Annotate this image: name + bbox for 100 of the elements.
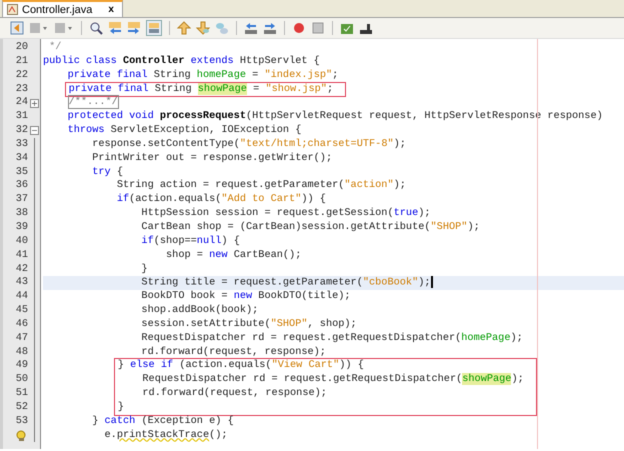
code-string: "SHOP" [430,220,468,233]
code-text: } [118,400,124,413]
code-editor[interactable] [0,39,624,449]
code-text: } [141,262,148,274]
up-arrow-icon[interactable] [177,21,191,35]
lightbulb-icon[interactable] [16,430,27,442]
code-text: String [154,82,193,95]
code-text: (shop== [154,234,197,247]
dropdown-square-icon[interactable] [54,21,74,35]
code-text: ); [394,138,406,150]
code-text: (HttpServletRequest request, HttpServletResponse response) [246,110,603,122]
code-keyword: extends [190,54,235,67]
code-text: BookDTO(title); [258,290,351,302]
dropdown-square-icon[interactable] [29,21,49,35]
line-number: 42 [16,262,28,276]
code-keyword: null [196,234,222,247]
code-text: ); [418,207,431,220]
code-keyword: private final [68,82,150,95]
close-tab-button[interactable]: x [106,4,116,15]
line-number: 47 [16,332,28,346]
code-text: , shop); [308,318,357,330]
code-field-highlight: showPage [462,373,512,386]
code-text: (Exception e) { [141,414,234,427]
tab-title: Controller.java [22,4,92,16]
line-number: 43 [16,276,28,290]
code-text: ); [418,277,431,290]
magnifier-icon[interactable] [89,21,103,35]
code-text: { [116,166,123,178]
line-number: 36 [16,179,28,194]
fold-toggle[interactable]: + [30,98,39,108]
folded-comment: /**...*/ [68,95,119,110]
back-history-icon[interactable] [10,21,24,35]
code-text: RequestDispatcher rd = request.getRequestDispatcher( [142,373,462,386]
code-keyword: protected void [68,110,155,122]
shift-right-icon[interactable] [263,21,277,35]
line-number: 46 [16,318,28,332]
code-text: )) { [301,193,326,206]
code-identifier: processRequest [160,110,246,122]
code-text: (); [209,428,228,441]
code-text: = [252,68,260,81]
editor-tab[interactable]: Controller.java x [2,0,123,17]
code-field: homePage [196,68,246,81]
code-text: RequestDispatcher rd = request.getRequestDispatcher( [141,332,462,344]
code-field: homePage [461,332,510,344]
code-text: rd.forward(request, response); [142,387,327,400]
code-keyword: else if [130,359,174,372]
line-number: 39 [16,220,28,235]
code-text: String [154,68,192,81]
code-string: "Add to Cart" [221,193,302,206]
code-text: shop.addBook(book); [141,304,258,316]
line-number: 41 [16,248,28,262]
code-text: } [118,359,125,372]
code-text: CartBean(); [234,248,302,261]
code-text: session.setAttribute( [141,318,271,330]
code-text: PrintWriter out = response.getWriter(); [92,152,332,164]
line-number: 24 [16,96,28,110]
record-icon[interactable] [292,21,306,35]
line-number: 33 [16,138,28,152]
code-text: e. [104,428,117,441]
highlight-toggle-icon[interactable] [146,20,162,36]
code-text: response.setContentType( [92,138,240,150]
line-number: 35 [16,166,28,180]
code-text: rd.forward(request, response); [141,346,326,358]
code-keyword: private final [68,68,149,81]
fold-toggle[interactable]: − [30,126,39,136]
code-keyword: public class [43,54,118,67]
code-method-warning: printStackTrace [116,428,210,441]
code-text: ); [467,220,480,233]
code-keyword: new [234,290,252,302]
code-text: BookDTO book = [141,290,229,302]
code-identifier: Controller [122,54,184,67]
line-number: 22 [16,68,28,83]
code-text: ); [510,332,523,344]
line-number: 53 [16,414,28,429]
line-number: 40 [16,234,28,249]
check-icon[interactable] [340,21,354,35]
stop-icon[interactable] [311,21,325,35]
right-arrow-icon[interactable] [127,21,141,35]
code-text: ServletException, IOException { [110,124,302,136]
line-number: 44 [16,290,28,304]
code-text: ) { [221,234,240,247]
code-text: } [92,414,100,427]
code-field-highlight: showPage [198,82,247,95]
code-keyword: if [141,234,154,247]
shift-left-icon[interactable] [244,21,258,35]
code-string: "index.jsp" [264,68,332,81]
line-number: 49 [16,359,28,374]
code-keyword: try [92,166,111,178]
code-string: "View Cart" [272,359,340,372]
bar-chart-icon[interactable] [359,21,373,35]
code-string: "action" [344,179,394,192]
code-text: (action.equals( [129,193,222,206]
code-text: ); [394,179,406,192]
code-text: String action = request.getParameter( [116,179,344,192]
line-number: 34 [16,152,28,166]
code-text: ; [332,68,338,81]
down-arrow-icon[interactable] [196,21,210,35]
left-arrow-icon[interactable] [108,21,122,35]
line-number: 23 [16,82,28,96]
code-string: "cboBook" [362,277,418,290]
